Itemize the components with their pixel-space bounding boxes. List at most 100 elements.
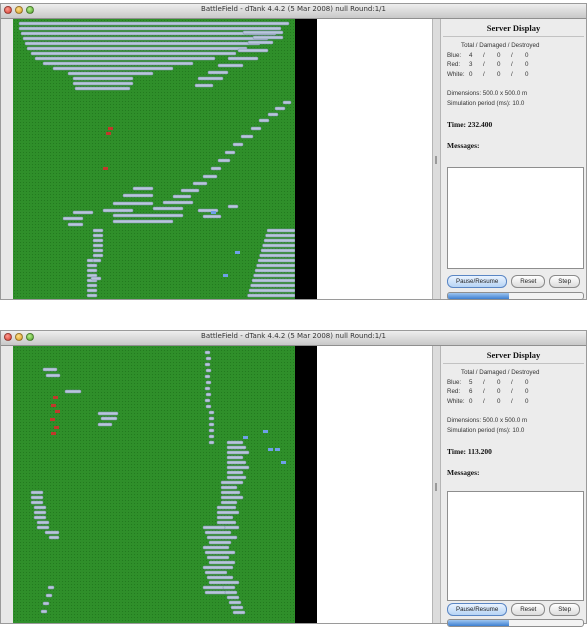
obstacle-wall <box>253 273 295 278</box>
total-count: 5 <box>469 378 473 386</box>
split-pane-divider[interactable] <box>432 346 441 623</box>
obstacle-wall <box>102 208 134 213</box>
obstacle-wall <box>205 380 212 385</box>
obstacle-wall <box>247 293 295 298</box>
obstacle-wall <box>204 570 228 575</box>
obstacle-wall <box>45 373 61 378</box>
tank-stats: Total / Damaged / Destroyed Blue: 5/0/0 … <box>447 368 586 406</box>
grip-icon <box>435 483 437 491</box>
map-border <box>295 19 317 299</box>
obstacle-wall <box>237 48 269 53</box>
window-title: BattleField - dTank 4.4.2 (5 Mar 2008) n… <box>201 5 386 13</box>
obstacle-wall <box>202 174 218 179</box>
step-button[interactable]: Step <box>549 275 581 288</box>
blue-tank <box>275 448 280 451</box>
simulation-info: Dimensions: 500.0 x 500.0 m Simulation p… <box>447 89 586 108</box>
obstacle-wall <box>207 70 229 75</box>
blue-tank <box>263 430 268 433</box>
obstacle-wall <box>230 605 244 610</box>
split-pane-divider[interactable] <box>432 19 441 299</box>
team-label: Red: <box>447 388 461 395</box>
obstacle-wall <box>18 21 290 26</box>
blue-tank <box>281 461 286 464</box>
reset-button[interactable]: Reset <box>511 275 546 288</box>
battlefield-terrain <box>30 350 286 615</box>
obstacle-wall <box>205 392 212 397</box>
pause-resume-button[interactable]: Pause/Resume <box>446 603 508 616</box>
stats-row-blue: Blue: 5/0/0 <box>447 378 586 388</box>
reset-button[interactable]: Reset <box>511 603 546 616</box>
pause-resume-button[interactable]: Pause/Resume <box>446 275 508 288</box>
progress-bar[interactable] <box>447 619 584 627</box>
total-count: 0 <box>469 70 473 78</box>
obstacle-wall <box>265 233 295 238</box>
obstacle-wall <box>36 525 50 530</box>
obstacle-wall <box>208 440 215 445</box>
stats-row-white: White: 0/0/0 <box>447 397 586 407</box>
step-button[interactable]: Step <box>549 603 581 616</box>
battlefield-window-top: BattleField - dTank 4.4.2 (5 Mar 2008) n… <box>0 3 587 300</box>
messages-box[interactable] <box>447 491 584 601</box>
obstacle-wall <box>263 238 295 243</box>
obstacle-wall <box>204 350 211 355</box>
stats-row-red: Red: 6/0/0 <box>447 387 586 397</box>
red-tank <box>51 432 56 435</box>
destroyed-count: 0 <box>525 51 529 59</box>
obstacle-wall <box>222 585 236 590</box>
time-readout: Time: 232.400 <box>447 120 493 129</box>
title-bar[interactable]: BattleField - dTank 4.4.2 (5 Mar 2008) n… <box>1 4 586 19</box>
obstacle-wall <box>216 505 237 510</box>
damaged-count: 0 <box>497 388 501 395</box>
window-title: BattleField - dTank 4.4.2 (5 Mar 2008) n… <box>201 332 386 340</box>
obstacle-wall <box>30 495 44 500</box>
obstacle-wall <box>208 422 215 427</box>
obstacle-wall <box>64 389 82 394</box>
title-bar[interactable]: BattleField - dTank 4.4.2 (5 Mar 2008) n… <box>1 331 586 346</box>
obstacle-wall <box>40 609 48 614</box>
team-label: White: <box>447 397 465 405</box>
obstacle-wall <box>172 194 192 199</box>
total-count: 4 <box>469 51 473 59</box>
obstacle-wall <box>226 450 250 455</box>
red-tank <box>51 404 56 407</box>
server-display-panel: Server Display Total / Damaged / Destroy… <box>441 19 586 300</box>
obstacle-wall <box>282 100 292 105</box>
obstacle-wall <box>258 118 270 123</box>
team-label: Blue: <box>447 51 462 59</box>
obstacle-wall <box>192 181 208 186</box>
obstacle-wall <box>67 222 84 227</box>
obstacle-wall <box>52 66 174 71</box>
red-tank <box>54 426 59 429</box>
server-display-panel: Server Display Total / Damaged / Destroy… <box>441 346 586 627</box>
messages-label: Messages: <box>447 468 480 477</box>
obstacle-wall <box>90 276 102 281</box>
obstacle-wall <box>92 233 104 238</box>
obstacle-wall <box>227 204 239 209</box>
progress-fill <box>448 293 509 299</box>
obstacle-wall <box>208 580 240 585</box>
obstacle-wall <box>274 106 286 111</box>
blue-tank <box>243 436 248 439</box>
dimensions-text: Dimensions: 500.0 x 500.0 m <box>447 417 528 424</box>
divider <box>443 36 584 37</box>
obstacle-wall <box>86 268 98 273</box>
progress-bar[interactable] <box>447 292 584 300</box>
obstacle-wall <box>33 515 47 520</box>
obstacle-wall <box>232 142 244 147</box>
grip-icon <box>435 156 437 164</box>
blue-tank <box>268 448 273 451</box>
control-buttons: Pause/Resume Reset Step <box>441 603 586 616</box>
obstacle-wall <box>30 51 237 56</box>
obstacle-wall <box>220 490 241 495</box>
obstacle-wall <box>216 510 240 515</box>
messages-box[interactable] <box>447 167 584 269</box>
obstacle-wall <box>262 243 295 248</box>
dimensions-text: Dimensions: 500.0 x 500.0 m <box>447 90 528 97</box>
messages-label: Messages: <box>447 141 480 150</box>
obstacle-wall <box>220 495 244 500</box>
damaged-count: 0 <box>497 397 501 405</box>
obstacle-wall <box>24 41 261 46</box>
progress-fill <box>448 620 509 626</box>
blue-tank <box>223 274 228 277</box>
total-count: 0 <box>469 397 473 405</box>
